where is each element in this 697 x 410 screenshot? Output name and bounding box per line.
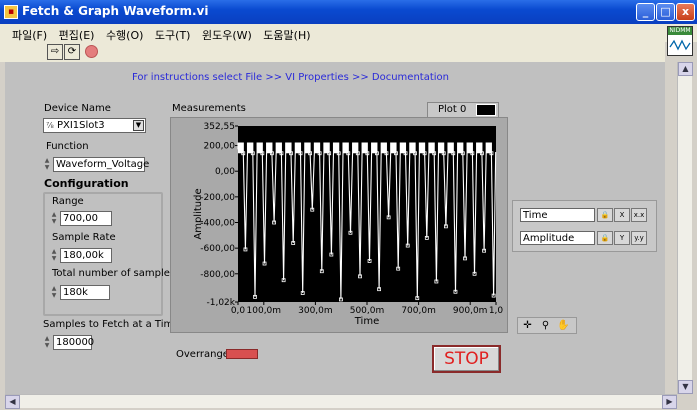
- device-name-label: Device Name: [44, 103, 111, 114]
- x-format-icon[interactable]: x.x: [631, 208, 647, 222]
- abort-icon[interactable]: [85, 45, 98, 58]
- sample-rate-stepper-icon[interactable]: ▲ ▼: [50, 248, 58, 263]
- total-samples-stepper-icon[interactable]: ▲ ▼: [50, 285, 58, 300]
- maximize-button[interactable]: □: [656, 3, 675, 21]
- x-axis-label: Time: [354, 316, 379, 327]
- menu-bar: 파일(F) 편집(E) 수행(O) 도구(T) 윈도우(W) 도움말(H): [0, 24, 697, 42]
- plot-legend[interactable]: Plot 0: [427, 102, 499, 118]
- range-label: Range: [52, 196, 84, 207]
- chevron-down-icon[interactable]: ▼: [133, 120, 144, 131]
- waveform-icon: [669, 39, 691, 51]
- x-scale-name[interactable]: Time: [520, 208, 595, 222]
- overrange-label: Overrange: [176, 349, 229, 360]
- hand-icon[interactable]: ✋: [556, 319, 571, 332]
- x-tick-label: 500,0m: [350, 306, 385, 316]
- x-tick-label: 700,0m: [401, 306, 436, 316]
- overrange-led: [226, 349, 258, 359]
- scroll-up-icon[interactable]: ▲: [678, 62, 693, 76]
- scroll-left-icon[interactable]: ◀: [5, 395, 20, 409]
- x-autoscale-icon[interactable]: X: [614, 208, 630, 222]
- y-tick-label: -800,00: [200, 270, 235, 280]
- function-label: Function: [46, 141, 89, 152]
- y-tick-label: -600,00: [200, 244, 235, 254]
- waveform-graph-svg: 352,55 200,00 0,00 -200,00 -400,00 -600,00 -80…: [193, 122, 504, 327]
- title-bar: ▪ Fetch & Graph Waveform.vi _ □ x: [0, 0, 697, 24]
- y-lock-icon[interactable]: 🔒: [597, 231, 613, 245]
- minimize-button[interactable]: _: [636, 3, 655, 21]
- y-tick-label: 0,00: [215, 167, 235, 177]
- y-axis-label: Amplitude: [193, 188, 204, 239]
- horizontal-scrollbar[interactable]: ◀ ▶: [5, 394, 677, 409]
- x-tick-label: 900,0m: [453, 306, 488, 316]
- configuration-label: Configuration: [44, 177, 129, 190]
- sample-rate-label: Sample Rate: [52, 232, 116, 243]
- run-continuously-icon[interactable]: ⟳: [64, 44, 80, 60]
- device-name-dropdown[interactable]: ⅞ PXI1Slot3 ▼: [43, 118, 146, 133]
- x-lock-icon[interactable]: 🔒: [597, 208, 613, 222]
- io-name-icon: ⅞: [46, 121, 54, 130]
- sample-rate-field[interactable]: 180,00k: [60, 248, 112, 263]
- y-scale-name[interactable]: Amplitude: [520, 231, 595, 245]
- window-title: Fetch & Graph Waveform.vi: [22, 4, 209, 18]
- toolbar: ⇨ ⟳: [0, 42, 665, 62]
- graph-palette: ✛ ⚲ ✋: [517, 317, 577, 334]
- y-tick-label: 352,55: [204, 122, 236, 132]
- total-samples-label: Total number of samples: [52, 268, 176, 279]
- x-tick-label: 1,0: [489, 306, 504, 316]
- vi-icon-label: NIDMM: [668, 27, 692, 35]
- y-format-icon[interactable]: y.y: [631, 231, 647, 245]
- scroll-right-icon[interactable]: ▶: [662, 395, 677, 409]
- x-tick-label: 0,0: [231, 306, 246, 316]
- range-stepper-icon[interactable]: ▲ ▼: [50, 211, 58, 226]
- x-tick-label: 300,0m: [298, 306, 333, 316]
- function-field[interactable]: Waveform_Voltage: [53, 157, 149, 172]
- run-arrow-icon[interactable]: ⇨: [47, 44, 63, 60]
- instructions-text: For instructions select File >> VI Prope…: [132, 72, 449, 83]
- function-ring-arrows-icon[interactable]: ▲ ▼: [43, 157, 51, 172]
- scale-legend: Time 🔒 X x.x Amplitude 🔒 Y y.y: [512, 200, 657, 252]
- close-button[interactable]: x: [676, 3, 695, 21]
- samples-to-fetch-stepper-icon[interactable]: ▲ ▼: [43, 335, 51, 350]
- graph-caption: Measurements: [172, 103, 246, 114]
- y-tick-label: -200,00: [200, 193, 235, 203]
- x-tick-label: 100,0m: [247, 306, 282, 316]
- range-field[interactable]: 700,00: [60, 211, 112, 226]
- vertical-scrollbar[interactable]: ▲ ▼: [677, 62, 693, 394]
- stop-button[interactable]: STOP: [432, 345, 501, 373]
- crosshair-icon[interactable]: ✛: [520, 319, 535, 332]
- device-name-value: PXI1Slot3: [56, 120, 105, 131]
- vi-icon[interactable]: NIDMM: [667, 26, 693, 56]
- plot-legend-label: Plot 0: [438, 104, 467, 115]
- plot-style-icon[interactable]: [476, 104, 496, 116]
- labview-app-icon[interactable]: ▪: [4, 5, 18, 19]
- scroll-down-icon[interactable]: ▼: [678, 380, 693, 394]
- samples-to-fetch-label: Samples to Fetch at a Time: [43, 319, 180, 330]
- total-samples-field[interactable]: 180k: [60, 285, 110, 300]
- waveform-graph: 352,55 200,00 0,00 -200,00 -400,00 -600,00 -80…: [170, 117, 508, 333]
- y-tick-label: -400,00: [200, 218, 235, 228]
- samples-to-fetch-field[interactable]: 180000: [53, 335, 94, 350]
- y-autoscale-icon[interactable]: Y: [614, 231, 630, 245]
- zoom-icon[interactable]: ⚲: [538, 319, 553, 332]
- y-tick-label: 200,00: [204, 142, 236, 152]
